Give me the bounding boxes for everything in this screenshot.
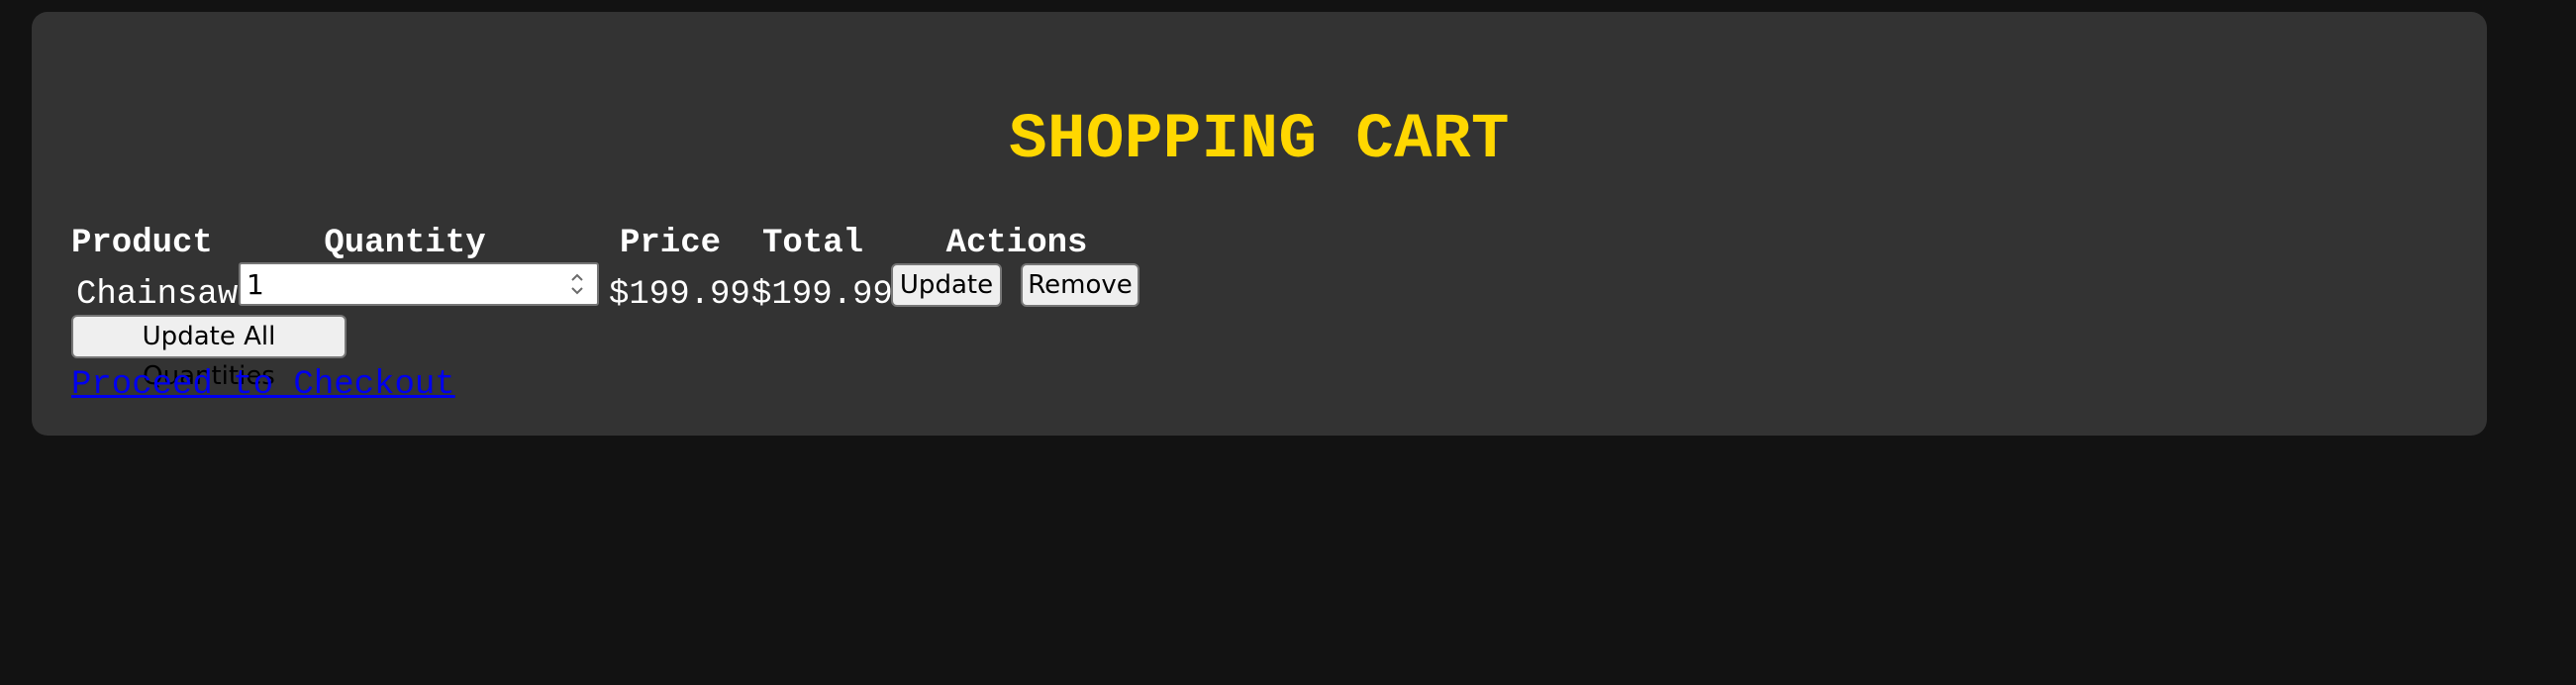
column-header-actions: Actions — [945, 225, 1088, 262]
line-total: $199.99 — [751, 276, 893, 314]
column-header-quantity: Quantity — [324, 225, 486, 262]
product-name: Chainsaw — [76, 276, 239, 314]
remove-button[interactable]: Remove — [1021, 263, 1139, 307]
quantity-stepper[interactable] — [239, 262, 599, 306]
proceed-to-checkout-link[interactable]: Proceed to Checkout — [71, 364, 455, 406]
page-title: SHOPPING CART — [1009, 105, 1510, 176]
update-all-quantities-button[interactable]: Update All Quantities — [71, 315, 347, 391]
unit-price: $199.99 — [609, 276, 750, 314]
spinner-arrows-svg — [571, 273, 583, 295]
cart-panel: SHOPPING CART Product Quantity Price Tot… — [32, 12, 2487, 436]
quantity-input[interactable] — [241, 264, 557, 304]
update-button[interactable]: Update — [891, 263, 1002, 307]
column-header-price: Price — [619, 225, 722, 262]
column-header-total: Total — [761, 225, 864, 262]
spinner-arrows-icon[interactable] — [563, 267, 591, 301]
column-header-product: Product — [71, 225, 213, 262]
